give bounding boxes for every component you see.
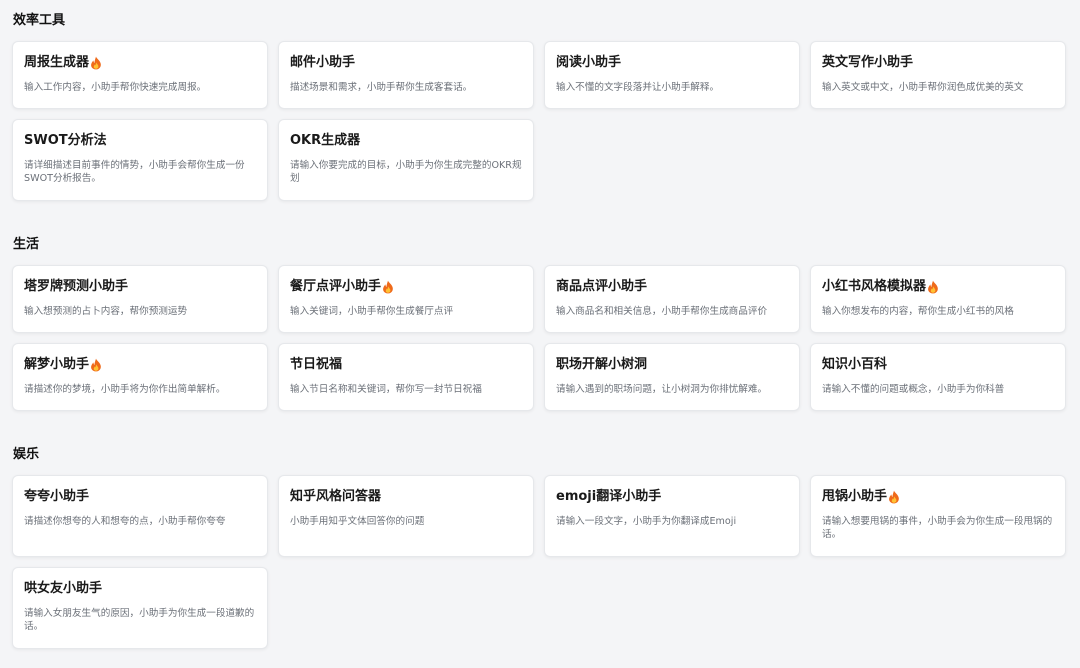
card-description: 请详细描述目前事件的情势，小助手会帮你生成一份SWOT分析报告。 (24, 160, 245, 184)
section-title-efficiency: 效率工具 (13, 13, 66, 28)
card-title: OKR生成器 (290, 133, 361, 148)
card-blame-shifting[interactable]: 甩锅小助手 请输入想要甩锅的事件，小助手会为你生成一段甩锅的话。 (810, 475, 1066, 557)
card-english-writing[interactable]: 英文写作小助手 输入英文或中文，小助手帮你润色成优美的英文 (810, 41, 1066, 109)
card-description: 请输入想要甩锅的事件，小助手会为你生成一段甩锅的话。 (822, 516, 1053, 540)
card-title: 知乎风格问答器 (290, 489, 382, 504)
card-reading-assistant[interactable]: 阅读小助手 输入不懂的文字段落并让小助手解释。 (544, 41, 800, 109)
card-title: 夸夸小助手 (24, 489, 90, 504)
card-zhihu-style[interactable]: 知乎风格问答器 小助手用知乎文体回答你的问题 (278, 475, 534, 557)
card-title: 甩锅小助手 (822, 489, 888, 504)
card-knowledge-encyclopedia[interactable]: 知识小百科 请输入不懂的问题或概念，小助手为你科普 (810, 343, 1066, 411)
card-title: 餐厅点评小助手 (290, 279, 382, 294)
card-description: 输入英文或中文，小助手帮你润色成优美的英文 (822, 82, 1024, 93)
card-description: 请描述你想夸的人和想夸的点，小助手帮你夸夸 (24, 516, 226, 527)
card-description: 请输入你要完成的目标，小助手为你生成完整的OKR规划 (290, 160, 522, 184)
card-title: 英文写作小助手 (822, 55, 914, 70)
card-description: 输入不懂的文字段落并让小助手解释。 (556, 82, 720, 93)
card-title: 解梦小助手 (24, 357, 90, 372)
card-festival-greeting[interactable]: 节日祝福 输入节日名称和关键词，帮你写一封节日祝福 (278, 343, 534, 411)
card-title: 职场开解小树洞 (556, 357, 648, 372)
card-title: 小红书风格模拟器 (822, 279, 927, 294)
card-weekly-report[interactable]: 周报生成器 输入工作内容，小助手帮你快速完成周报。 (12, 41, 268, 109)
card-description: 小助手用知乎文体回答你的问题 (290, 516, 425, 527)
card-title: 哄女友小助手 (24, 581, 103, 596)
card-description: 输入想预测的占卜内容，帮你预测运势 (24, 306, 188, 317)
fire-icon (381, 278, 394, 296)
card-swot-analysis[interactable]: SWOT分析法 请详细描述目前事件的情势，小助手会帮你生成一份SWOT分析报告。 (12, 119, 268, 201)
card-girlfriend-comfort[interactable]: 哄女友小助手 请输入女朋友生气的原因，小助手为你生成一段道歉的话。 (12, 567, 268, 649)
card-description: 输入你想发布的内容，帮你生成小红书的风格 (822, 306, 1014, 317)
assistant-gallery: 效率工具 周报生成器 输入工作内容，小助手帮你快速完成周报。 邮件小助手 描述场… (0, 0, 1080, 668)
card-tarot[interactable]: 塔罗牌预测小助手 输入想预测的占卜内容，帮你预测运势 (12, 265, 268, 333)
card-description: 输入关键词，小助手帮你生成餐厅点评 (290, 306, 454, 317)
card-description: 输入节日名称和关键词，帮你写一封节日祝福 (290, 384, 482, 395)
card-title: 节日祝福 (290, 357, 343, 372)
card-title: 知识小百科 (822, 357, 888, 372)
section-title-entertainment: 娱乐 (13, 447, 40, 462)
card-workplace-treehole[interactable]: 职场开解小树洞 请输入遇到的职场问题，让小树洞为你排忧解难。 (544, 343, 800, 411)
card-description: 请输入不懂的问题或概念，小助手为你科普 (822, 384, 1005, 395)
fire-icon (89, 54, 102, 72)
card-title: emoji翻译小助手 (556, 489, 662, 504)
card-product-review[interactable]: 商品点评小助手 输入商品名和相关信息，小助手帮你生成商品评价 (544, 265, 800, 333)
section-title-life: 生活 (13, 237, 40, 252)
card-description: 请描述你的梦境，小助手将为你作出简单解析。 (24, 384, 226, 395)
card-okr-generator[interactable]: OKR生成器 请输入你要完成的目标，小助手为你生成完整的OKR规划 (278, 119, 534, 201)
fire-icon (887, 488, 900, 506)
card-xiaohongshu-style[interactable]: 小红书风格模拟器 输入你想发布的内容，帮你生成小红书的风格 (810, 265, 1066, 333)
card-title: 邮件小助手 (290, 55, 356, 70)
card-email-assistant[interactable]: 邮件小助手 描述场景和需求，小助手帮你生成客套话。 (278, 41, 534, 109)
card-grid-life: 塔罗牌预测小助手 输入想预测的占卜内容，帮你预测运势 餐厅点评小助手 输入关键词… (12, 265, 1068, 411)
card-title: 阅读小助手 (556, 55, 622, 70)
card-restaurant-review[interactable]: 餐厅点评小助手 输入关键词，小助手帮你生成餐厅点评 (278, 265, 534, 333)
fire-icon (926, 278, 939, 296)
card-title: 商品点评小助手 (556, 279, 648, 294)
card-praise-assistant[interactable]: 夸夸小助手 请描述你想夸的人和想夸的点，小助手帮你夸夸 (12, 475, 268, 557)
card-description: 请输入遇到的职场问题，让小树洞为你排忧解难。 (556, 384, 768, 395)
fire-icon (89, 356, 102, 374)
card-description: 请输入女朋友生气的原因，小助手为你生成一段道歉的话。 (24, 608, 255, 632)
card-description: 输入商品名和相关信息，小助手帮你生成商品评价 (556, 306, 768, 317)
card-description: 描述场景和需求，小助手帮你生成客套话。 (290, 82, 473, 93)
card-dream-interpretation[interactable]: 解梦小助手 请描述你的梦境，小助手将为你作出简单解析。 (12, 343, 268, 411)
card-title: 塔罗牌预测小助手 (24, 279, 129, 294)
card-description: 输入工作内容，小助手帮你快速完成周报。 (24, 82, 207, 93)
card-grid-efficiency: 周报生成器 输入工作内容，小助手帮你快速完成周报。 邮件小助手 描述场景和需求，… (12, 41, 1068, 201)
card-title: SWOT分析法 (24, 133, 107, 148)
card-emoji-translator[interactable]: emoji翻译小助手 请输入一段文字，小助手为你翻译成Emoji (544, 475, 800, 557)
card-title: 周报生成器 (24, 55, 90, 70)
card-grid-entertainment: 夸夸小助手 请描述你想夸的人和想夸的点，小助手帮你夸夸 知乎风格问答器 小助手用… (12, 475, 1068, 649)
card-description: 请输入一段文字，小助手为你翻译成Emoji (556, 516, 737, 527)
